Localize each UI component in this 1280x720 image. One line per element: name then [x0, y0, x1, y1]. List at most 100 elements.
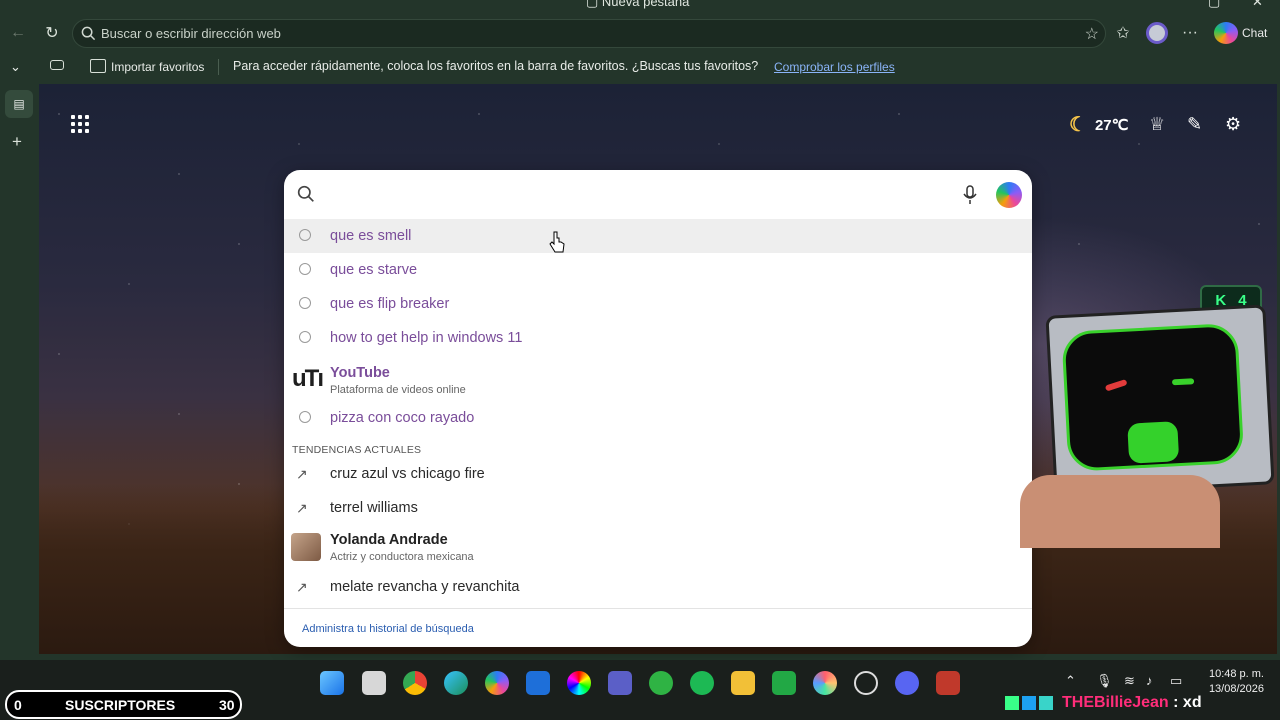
settings-gear-icon[interactable]: ⚙: [1225, 114, 1241, 135]
volume-icon[interactable]: ♪: [1146, 673, 1153, 688]
copilot-icon[interactable]: [485, 671, 509, 695]
divider: [284, 608, 1032, 609]
app-icon[interactable]: [936, 671, 960, 695]
check-profiles-link[interactable]: Comprobar los perfiles: [774, 60, 895, 74]
person-thumbnail: [291, 533, 321, 561]
navigation-bar: ← ↻ Buscar o escribir dirección web ☆ ✩ …: [0, 12, 1280, 54]
suggestion-history-item[interactable]: que es starve: [284, 253, 1032, 287]
teams-icon[interactable]: [608, 671, 632, 695]
divider: [218, 59, 219, 75]
cat-face-screen: [1061, 322, 1245, 472]
tab-icon: ▢: [586, 0, 602, 9]
tab-title[interactable]: ▢ Nueva pestaña: [586, 0, 689, 10]
social-icons: [1005, 696, 1055, 714]
close-button[interactable]: ✕: [1252, 0, 1263, 10]
youtube-logo: uTı: [292, 365, 324, 392]
favorites-message: Para acceder rápidamente, coloca los fav…: [233, 59, 759, 73]
suggestion-trending-item[interactable]: ↗ cruz azul vs chicago fire: [284, 457, 1032, 491]
obs-icon[interactable]: [567, 671, 591, 695]
search-box[interactable]: [284, 170, 1032, 218]
trending-arrow-icon: ↗: [296, 579, 308, 595]
outlook-icon[interactable]: [526, 671, 550, 695]
maximize-button[interactable]: ▢: [1208, 0, 1220, 10]
favorites-bar: ⌄ Importar favoritos Para acceder rápida…: [0, 54, 1280, 82]
history-clock-icon: [299, 229, 311, 241]
suggestion-history-item[interactable]: que es smell: [284, 219, 1032, 253]
counter-label: SUSCRIPTORES: [65, 697, 176, 713]
windows-start-icon[interactable]: [320, 671, 344, 695]
chat-button[interactable]: Chat: [1242, 26, 1267, 40]
history-clock-icon: [299, 297, 311, 309]
weather-widget[interactable]: ☾ 27℃: [1069, 112, 1128, 137]
temperature: 27℃: [1094, 116, 1129, 134]
social-icon: [1022, 696, 1036, 710]
suggestion-person[interactable]: Yolanda Andrade Actriz y conductora mexi…: [284, 529, 1032, 567]
copilot-icon[interactable]: [996, 182, 1022, 208]
refresh-icon[interactable]: ↻: [41, 22, 63, 44]
title-bar: ▢ Nueva pestaña ▢ ✕: [0, 0, 1280, 12]
trending-arrow-icon: ↗: [296, 466, 308, 482]
steam-icon[interactable]: [854, 671, 878, 695]
trending-header: TENDENCIAS ACTUALES: [292, 444, 422, 456]
import-icon: [90, 59, 106, 73]
suggestion-history-item[interactable]: pizza con coco rayado: [284, 401, 1032, 435]
search-suggestions-panel: que es smell que es starve que es flip b…: [284, 170, 1032, 647]
history-clock-icon: [299, 263, 311, 275]
app-icon[interactable]: [649, 671, 673, 695]
back-arrow-icon[interactable]: ←: [7, 22, 29, 44]
apps-grid-icon[interactable]: [71, 115, 89, 133]
new-tab-plus-icon[interactable]: +: [12, 132, 22, 152]
kick-icon: [1005, 696, 1019, 710]
favorites-icon[interactable]: ✩: [1112, 22, 1134, 44]
monitor-head: [1045, 304, 1275, 496]
rewards-trophy-icon[interactable]: ♕: [1149, 114, 1165, 135]
task-view-icon[interactable]: [362, 671, 386, 695]
photos-icon[interactable]: [813, 671, 837, 695]
cat-mouth: [1127, 421, 1180, 464]
discord-icon[interactable]: [895, 671, 919, 695]
copilot-icon[interactable]: [1214, 22, 1238, 44]
suggestion-history-item[interactable]: que es flip breaker: [284, 287, 1032, 321]
search-icon: [81, 26, 96, 41]
microphone-icon[interactable]: [962, 184, 978, 206]
suggestion-history-item[interactable]: how to get help in windows 11: [284, 321, 1032, 355]
profile-avatar[interactable]: [1146, 22, 1168, 44]
file-explorer-icon[interactable]: [731, 671, 755, 695]
vertical-tabs-sidebar: ▤ +: [0, 82, 38, 660]
manage-history-link[interactable]: Administra tu historial de búsqueda: [302, 623, 474, 635]
hand-cursor-icon: [549, 231, 565, 253]
import-favorites-button[interactable]: Importar favoritos: [111, 60, 204, 74]
channel-name-overlay: THEBillieJean : xd: [1062, 694, 1202, 711]
hand: [1020, 475, 1220, 548]
edge-icon[interactable]: [444, 671, 468, 695]
chevron-down-icon[interactable]: ⌄: [10, 59, 21, 75]
microphone-icon[interactable]: 🎙: [1096, 673, 1113, 689]
suggestion-trending-item[interactable]: ↗ terrel williams: [284, 491, 1032, 525]
edit-pencil-icon[interactable]: ✎: [1187, 114, 1202, 135]
spotify-icon[interactable]: [690, 671, 714, 695]
subscriber-counter: 0 SUSCRIPTORES 30: [5, 690, 242, 719]
address-bar[interactable]: Buscar o escribir dirección web ☆: [72, 19, 1106, 48]
suggestion-trending-item[interactable]: ↗ melate revancha y revanchita: [284, 570, 1032, 604]
favorite-star-icon[interactable]: ☆: [1085, 24, 1099, 44]
streamer-avatar-overlay: K4: [1020, 285, 1280, 548]
battery-icon[interactable]: ▭: [1170, 673, 1182, 689]
tab-actions-icon[interactable]: [50, 60, 64, 70]
counter-right: 30: [219, 697, 235, 713]
clock[interactable]: 10:48 p. m. 13/08/2026: [1200, 667, 1264, 697]
tray-chevron-icon[interactable]: ⌃: [1065, 673, 1076, 689]
trending-arrow-icon: ↗: [296, 500, 308, 516]
address-input[interactable]: Buscar o escribir dirección web: [101, 26, 281, 41]
chrome-icon[interactable]: [403, 671, 427, 695]
history-clock-icon: [299, 331, 311, 343]
cat-eye: [1171, 378, 1195, 386]
time: 10:48 p. m.: [1208, 668, 1264, 680]
more-options-icon[interactable]: ···: [1179, 22, 1201, 44]
date: 13/08/2026: [1208, 683, 1264, 695]
app-icon[interactable]: [772, 671, 796, 695]
moon-icon: ☾: [1069, 114, 1087, 136]
suggestion-youtube[interactable]: uTı YouTube Plataforma de videos online: [284, 362, 1032, 400]
history-clock-icon: [299, 411, 311, 423]
wifi-icon[interactable]: ≋: [1124, 673, 1135, 689]
tab-newtab-icon[interactable]: ▤: [5, 90, 33, 118]
